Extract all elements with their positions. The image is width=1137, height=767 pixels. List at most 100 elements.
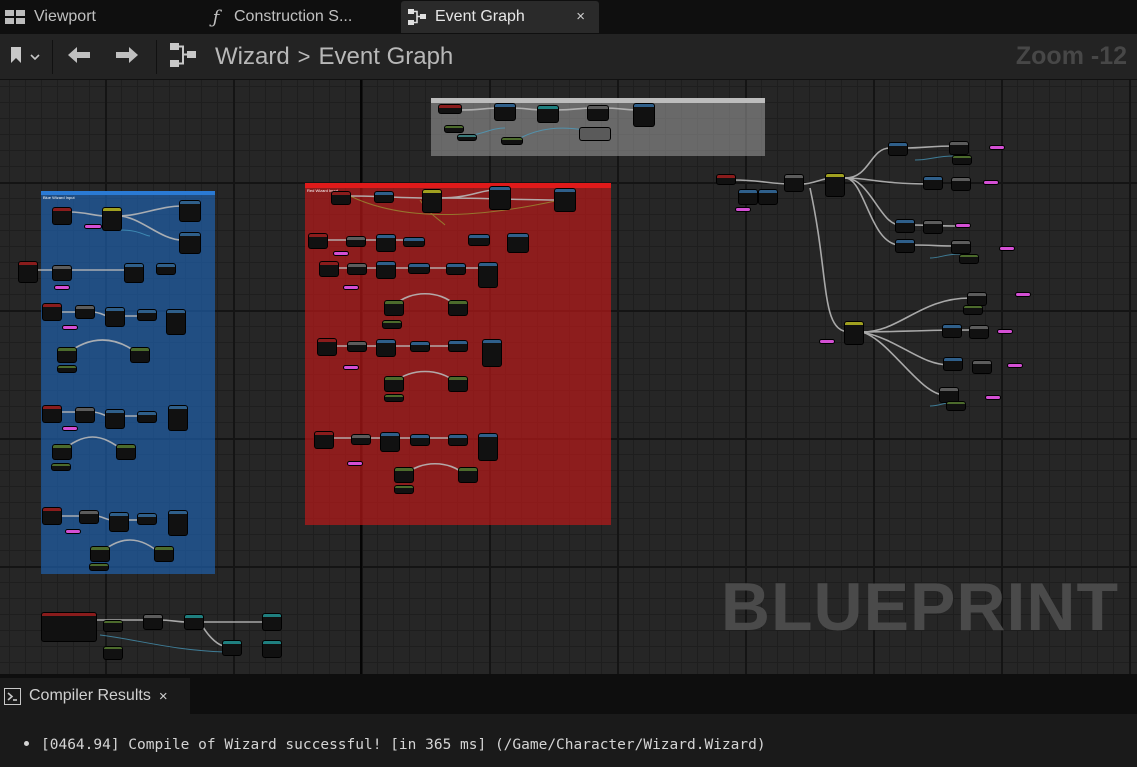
event-node[interactable] <box>320 262 338 276</box>
function-node[interactable] <box>167 310 185 334</box>
function-node[interactable] <box>952 178 970 190</box>
event-node[interactable] <box>332 192 350 204</box>
pure-node[interactable] <box>502 138 522 144</box>
variable-node[interactable] <box>736 208 750 211</box>
function-node[interactable] <box>896 220 914 232</box>
function-node[interactable] <box>409 264 429 273</box>
function-node[interactable] <box>53 266 71 280</box>
tab-construction-script[interactable]: ƒ Construction S... <box>200 1 398 33</box>
function-node[interactable] <box>449 341 467 351</box>
pure-node[interactable] <box>91 547 109 561</box>
function-node[interactable] <box>449 435 467 445</box>
function-node[interactable] <box>411 342 429 351</box>
pure-node[interactable] <box>90 564 108 570</box>
function-node[interactable] <box>970 326 988 338</box>
function-node[interactable] <box>347 237 365 246</box>
variable-node[interactable] <box>998 330 1012 333</box>
pure-node[interactable] <box>131 348 149 362</box>
pure-node[interactable] <box>385 395 403 401</box>
pure-node[interactable] <box>960 255 978 263</box>
function-node[interactable] <box>144 615 162 629</box>
variable-node[interactable] <box>85 225 101 228</box>
pure-node[interactable] <box>385 377 403 391</box>
event-graph-canvas[interactable]: Blue Wizard Input Red Wizard Input BLUEP… <box>0 80 1137 674</box>
function-node[interactable] <box>423 190 441 212</box>
event-node[interactable] <box>315 432 333 448</box>
function-node[interactable] <box>223 641 241 655</box>
variable-node[interactable] <box>1000 247 1014 250</box>
function-node[interactable] <box>924 177 942 189</box>
function-node[interactable] <box>950 142 968 154</box>
event-node[interactable] <box>53 208 71 224</box>
function-node[interactable] <box>106 410 124 428</box>
event-node[interactable] <box>318 339 336 355</box>
pure-node[interactable] <box>964 306 982 314</box>
function-node[interactable] <box>490 187 510 209</box>
variable-node[interactable] <box>990 146 1004 149</box>
function-node[interactable] <box>896 240 914 252</box>
function-node[interactable] <box>968 293 986 305</box>
function-node[interactable] <box>944 358 962 370</box>
function-node[interactable] <box>169 406 187 430</box>
function-node[interactable] <box>555 189 575 211</box>
tab-event-graph[interactable]: Event Graph × <box>401 1 599 33</box>
function-node[interactable] <box>411 435 429 445</box>
variable-node[interactable] <box>986 396 1000 399</box>
variable-node[interactable] <box>344 286 358 289</box>
function-node[interactable] <box>377 235 395 251</box>
function-node[interactable] <box>180 201 200 221</box>
function-node[interactable] <box>759 190 777 204</box>
function-node[interactable] <box>940 388 958 402</box>
bookmark-dropdown-button[interactable] <box>2 43 46 71</box>
event-node[interactable] <box>717 175 735 184</box>
variable-node[interactable] <box>956 224 970 227</box>
pure-node[interactable] <box>459 468 477 482</box>
function-node[interactable] <box>263 641 281 657</box>
function-node[interactable] <box>508 234 528 252</box>
function-node[interactable] <box>538 106 558 122</box>
function-node[interactable] <box>952 241 970 253</box>
function-node[interactable] <box>348 342 366 351</box>
event-node[interactable] <box>42 613 96 641</box>
variable-node[interactable] <box>820 340 834 343</box>
function-node[interactable] <box>76 408 94 422</box>
variable-node[interactable] <box>334 252 348 255</box>
pure-node[interactable] <box>445 126 463 132</box>
function-node[interactable] <box>826 174 844 196</box>
pure-node[interactable] <box>58 366 76 372</box>
variable-node[interactable] <box>63 326 77 329</box>
pure-node[interactable] <box>104 647 122 659</box>
function-node[interactable] <box>110 513 128 531</box>
variable-node[interactable] <box>344 366 358 369</box>
pure-node[interactable] <box>395 468 413 482</box>
breadcrumb-root[interactable]: Wizard <box>215 43 290 71</box>
function-node[interactable] <box>180 233 200 253</box>
pure-node[interactable] <box>395 486 413 493</box>
function-node[interactable] <box>76 306 94 318</box>
pure-node[interactable] <box>383 321 401 328</box>
variable-node[interactable] <box>63 427 77 430</box>
function-node[interactable] <box>80 511 98 523</box>
pure-node[interactable] <box>953 156 971 164</box>
function-node[interactable] <box>125 264 143 282</box>
function-node[interactable] <box>103 208 121 230</box>
function-node[interactable] <box>348 264 366 274</box>
function-node[interactable] <box>352 435 370 444</box>
function-node[interactable] <box>495 104 515 120</box>
function-node[interactable] <box>404 238 424 246</box>
variable-node[interactable] <box>984 181 998 184</box>
pure-node[interactable] <box>449 377 467 391</box>
event-node[interactable] <box>43 406 61 422</box>
variable-node[interactable] <box>1008 364 1022 367</box>
function-node[interactable] <box>924 221 942 233</box>
function-node[interactable] <box>588 106 608 120</box>
close-tab-icon[interactable]: × <box>576 8 585 25</box>
pure-node[interactable] <box>458 135 476 140</box>
function-node[interactable] <box>889 143 907 155</box>
function-node[interactable] <box>157 264 175 274</box>
variable-node[interactable] <box>348 462 362 465</box>
pure-node[interactable] <box>58 348 76 362</box>
function-node[interactable] <box>381 433 399 451</box>
tab-viewport[interactable]: Viewport <box>0 1 200 33</box>
function-node[interactable] <box>739 190 757 204</box>
